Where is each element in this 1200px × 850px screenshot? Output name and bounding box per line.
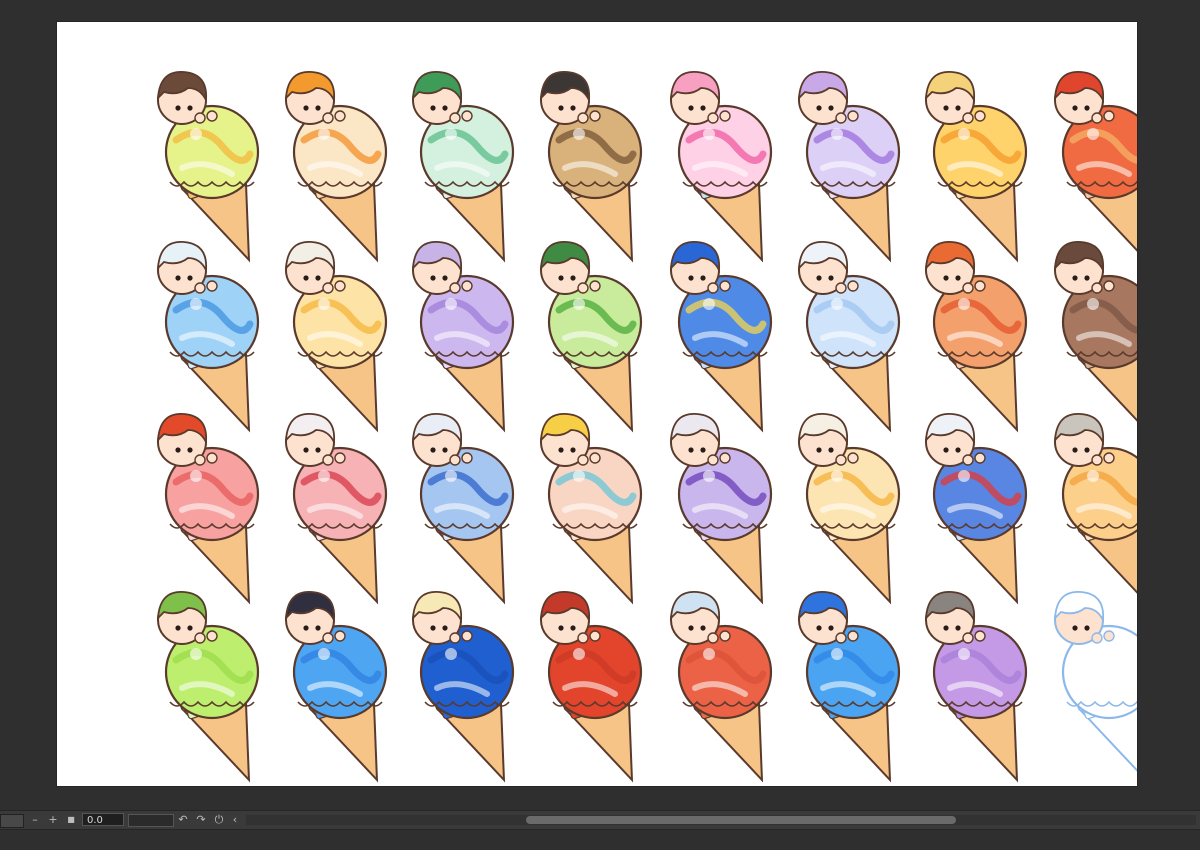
ice-cream-character [797,241,901,433]
ice-cream-character [539,591,643,783]
rotate-left-icon[interactable]: ↶ [176,813,190,827]
ice-cream-character [1053,591,1137,783]
zoom-out-button[interactable]: – [28,813,42,827]
ice-cream-character [411,241,515,433]
horizontal-scrollbar[interactable] [246,815,1196,825]
ice-cream-character [797,413,901,605]
ice-cream-character [924,591,1028,783]
illustration-artwork [156,71,1137,783]
ice-cream-character [284,413,388,605]
ice-cream-character [156,591,260,783]
ice-cream-character [669,241,773,433]
ice-cream-character [797,591,901,783]
horizontal-scrollbar-thumb[interactable] [526,816,956,824]
ice-cream-character [924,241,1028,433]
zoom-level-field[interactable]: 0.0 [82,813,124,826]
ice-cream-character [669,413,773,605]
ice-cream-character [284,591,388,783]
workspace [0,0,1200,810]
panel-toggle[interactable] [0,814,24,828]
zoom-stop-icon[interactable]: ■ [64,813,78,827]
ice-cream-character [156,413,260,605]
zoom-slider[interactable] [128,814,174,827]
ice-cream-character [284,241,388,433]
ice-cream-character [411,591,515,783]
canvas-statusbar: – + ■ 0.0 ↶ ↷ ⏻ ‹ [0,810,1200,830]
bottom-panel [0,830,1200,850]
ice-cream-character [924,413,1028,605]
ice-cream-character [1053,413,1137,605]
drawing-canvas[interactable] [57,22,1137,786]
rotate-right-icon[interactable]: ↷ [194,813,208,827]
ice-cream-character [539,413,643,605]
ice-cream-character [156,241,260,433]
zoom-in-button[interactable]: + [46,813,60,827]
reset-rotation-icon[interactable]: ⏻ [212,813,226,827]
ice-cream-character [1053,241,1137,433]
ice-cream-character [669,591,773,783]
ice-cream-character [411,413,515,605]
chevron-left-icon[interactable]: ‹ [228,813,242,827]
ice-cream-character [539,241,643,433]
ice-cream-character [1053,71,1137,263]
